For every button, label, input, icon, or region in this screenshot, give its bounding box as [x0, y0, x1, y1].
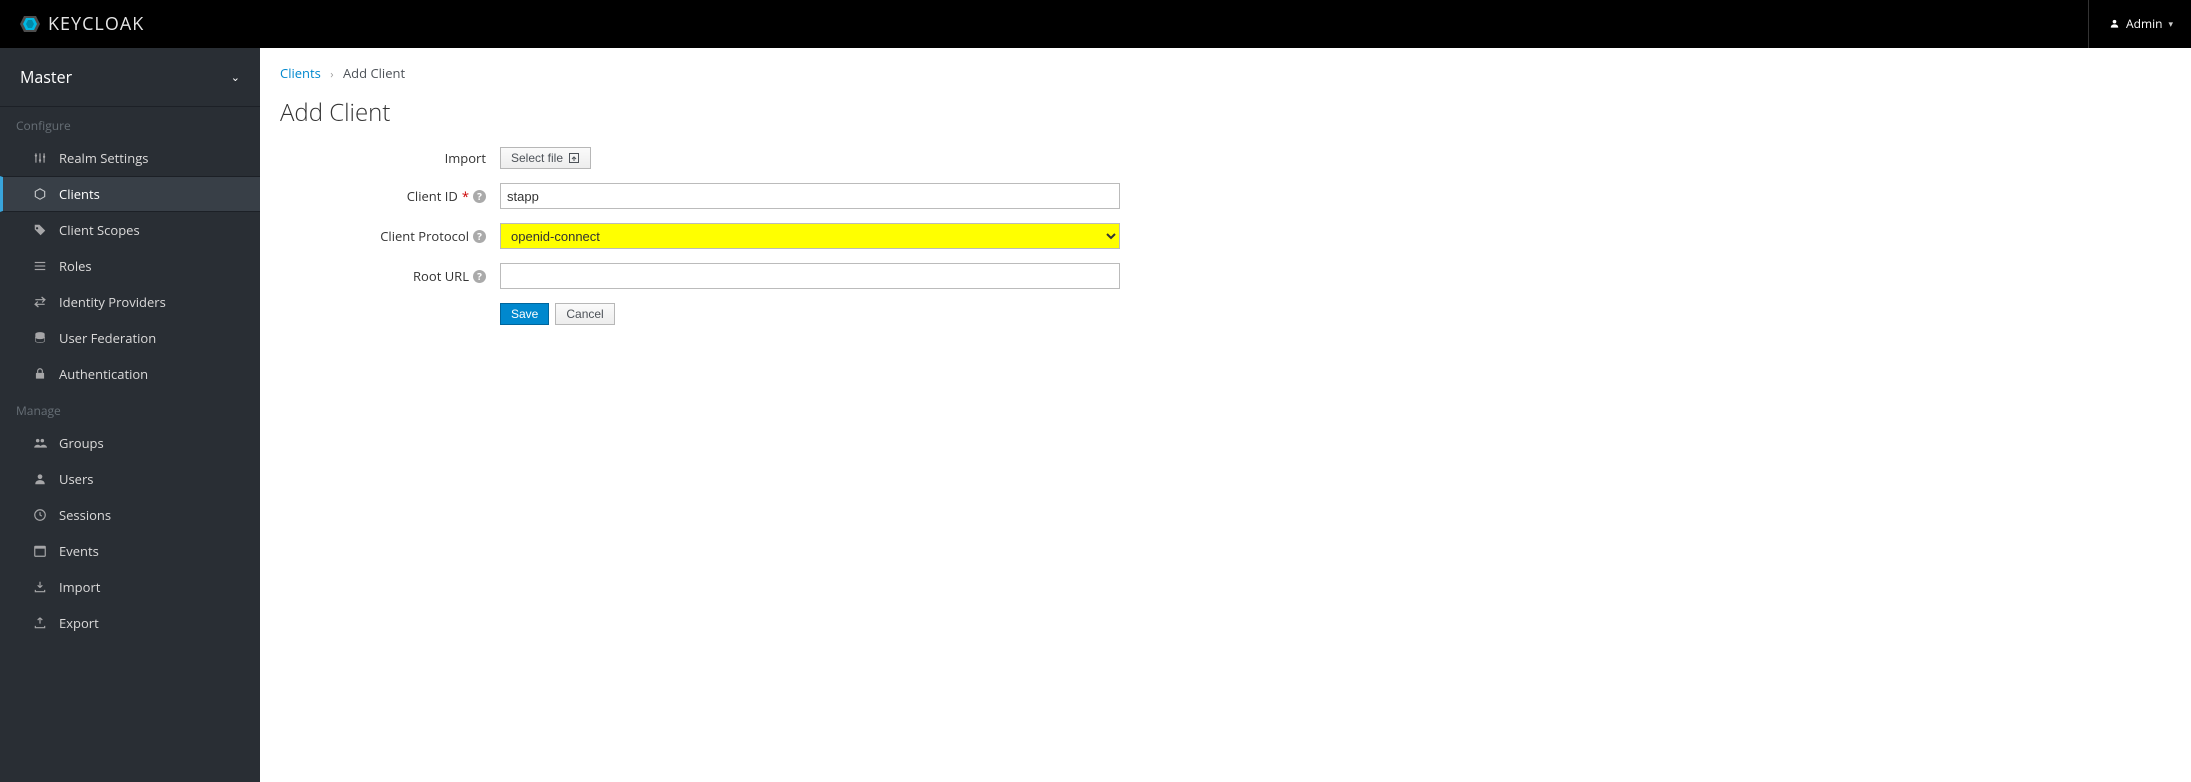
client-protocol-label: Client Protocol	[380, 227, 469, 245]
keycloak-icon	[18, 12, 42, 36]
user-label: Admin	[2126, 15, 2162, 32]
realm-name: Master	[20, 66, 72, 88]
sidebar-item-roles[interactable]: Roles	[0, 248, 260, 284]
nav-label: Identity Providers	[59, 289, 166, 315]
sidebar-item-clients[interactable]: Clients	[0, 176, 260, 212]
breadcrumb: Clients › Add Client	[280, 64, 2171, 82]
help-icon[interactable]: ?	[473, 230, 486, 243]
client-id-label: Client ID	[407, 187, 458, 205]
brand-logo[interactable]: KEYCLOAK	[18, 12, 144, 36]
nav-label: Import	[59, 574, 100, 600]
user-dropdown[interactable]: Admin ▾	[2088, 0, 2173, 48]
sidebar-item-identity-providers[interactable]: Identity Providers	[0, 284, 260, 320]
sidebar-item-user-federation[interactable]: User Federation	[0, 320, 260, 356]
top-header: KEYCLOAK Admin ▾	[0, 0, 2191, 48]
user-icon	[33, 472, 47, 486]
upload-icon	[568, 152, 580, 164]
breadcrumb-clients-link[interactable]: Clients	[280, 64, 321, 82]
sliders-icon	[33, 151, 47, 165]
breadcrumb-current: Add Client	[343, 64, 405, 82]
sidebar-item-events[interactable]: Events	[0, 533, 260, 569]
nav-label: Groups	[59, 430, 104, 456]
select-file-label: Select file	[511, 151, 563, 165]
nav-label: Clients	[59, 181, 100, 207]
group-icon	[33, 436, 47, 450]
nav-label: Events	[59, 538, 99, 564]
main-content: Clients › Add Client Add Client Import S…	[260, 48, 2191, 782]
nav-label: Users	[59, 466, 93, 492]
root-url-label: Root URL	[413, 267, 469, 285]
client-id-input[interactable]	[500, 183, 1120, 209]
cancel-button[interactable]: Cancel	[555, 303, 614, 325]
sidebar-item-realm-settings[interactable]: Realm Settings	[0, 140, 260, 176]
help-icon[interactable]: ?	[473, 270, 486, 283]
sidebar-item-sessions[interactable]: Sessions	[0, 497, 260, 533]
import-label: Import	[445, 149, 486, 167]
add-client-form: Import Select file Client ID * ?	[280, 147, 1400, 325]
chevron-down-icon: ▾	[2168, 17, 2173, 30]
breadcrumb-separator: ›	[324, 67, 339, 82]
save-button[interactable]: Save	[500, 303, 549, 325]
section-head-manage: Manage	[0, 392, 260, 425]
brand-text: KEYCLOAK	[48, 12, 144, 36]
import-icon	[33, 580, 47, 594]
sidebar-item-import[interactable]: Import	[0, 569, 260, 605]
user-icon	[2109, 18, 2120, 29]
nav-label: Authentication	[59, 361, 148, 387]
list-icon	[33, 259, 47, 273]
section-head-configure: Configure	[0, 107, 260, 140]
sidebar-item-client-scopes[interactable]: Client Scopes	[0, 212, 260, 248]
export-icon	[33, 616, 47, 630]
nav-label: User Federation	[59, 325, 156, 351]
help-icon[interactable]: ?	[473, 190, 486, 203]
cube-icon	[33, 187, 47, 201]
client-protocol-select[interactable]: openid-connect	[500, 223, 1120, 249]
exchange-icon	[33, 295, 47, 309]
calendar-icon	[33, 544, 47, 558]
lock-icon	[33, 367, 47, 381]
sidebar: Master ⌄ Configure Realm Settings Client…	[0, 48, 260, 782]
nav-label: Roles	[59, 253, 92, 279]
nav-label: Client Scopes	[59, 217, 140, 243]
nav-label: Sessions	[59, 502, 111, 528]
nav-label: Realm Settings	[59, 145, 148, 171]
sidebar-item-users[interactable]: Users	[0, 461, 260, 497]
sidebar-item-export[interactable]: Export	[0, 605, 260, 641]
sidebar-item-authentication[interactable]: Authentication	[0, 356, 260, 392]
database-icon	[33, 331, 47, 345]
tags-icon	[33, 223, 47, 237]
clock-icon	[33, 508, 47, 522]
page-title: Add Client	[280, 96, 2171, 129]
nav-label: Export	[59, 610, 99, 636]
chevron-down-icon: ⌄	[231, 70, 240, 85]
realm-selector[interactable]: Master ⌄	[0, 48, 260, 107]
select-file-button[interactable]: Select file	[500, 147, 591, 169]
required-indicator: *	[462, 187, 469, 205]
root-url-input[interactable]	[500, 263, 1120, 289]
sidebar-item-groups[interactable]: Groups	[0, 425, 260, 461]
